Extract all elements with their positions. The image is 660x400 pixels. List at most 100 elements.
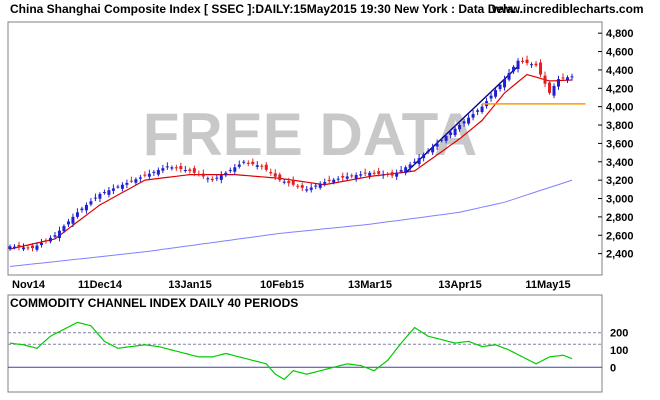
candle-body — [318, 183, 322, 188]
candle-body — [449, 132, 453, 135]
candle-body — [489, 95, 493, 99]
y-tick-label: 4,400 — [606, 65, 634, 77]
candle-body — [386, 173, 390, 176]
candle-body — [327, 179, 331, 181]
candle-body — [278, 174, 282, 181]
candle-body — [314, 185, 318, 187]
candle-body — [354, 175, 358, 179]
x-tick-label: 11May15 — [525, 279, 570, 291]
candle-body — [282, 181, 286, 183]
cci-y-tick-label: 200 — [610, 328, 628, 340]
candle-body — [539, 62, 543, 75]
candle-body — [107, 190, 111, 195]
candle-body — [71, 216, 75, 224]
candle-body — [161, 168, 165, 171]
candle-body — [57, 230, 61, 239]
candle-body — [309, 187, 313, 190]
candle-body — [102, 192, 106, 194]
candle-body — [8, 246, 12, 250]
candle-body — [444, 136, 448, 141]
candle-body — [377, 171, 381, 174]
candle-body — [93, 197, 97, 199]
candle-body — [53, 235, 57, 237]
y-tick-label: 3,400 — [606, 157, 634, 169]
candle-body — [17, 244, 21, 248]
candle-body — [323, 181, 327, 184]
y-tick-label: 2,400 — [606, 249, 634, 261]
y-tick-label: 2,600 — [606, 230, 634, 242]
candle-body — [512, 66, 516, 72]
candle-body — [332, 179, 336, 183]
candle-body — [233, 167, 237, 172]
candle-body — [413, 161, 417, 163]
candle-body — [156, 170, 160, 175]
candle-body — [548, 82, 552, 93]
candle-body — [152, 171, 156, 173]
candle-body — [557, 79, 561, 87]
candle-body — [404, 167, 408, 173]
cci-y-tick-label: 0 — [610, 362, 616, 374]
candle-body — [476, 110, 480, 112]
x-tick-label: 13Apr15 — [438, 279, 481, 291]
candle-body — [84, 204, 88, 211]
watermark: FREE DATA — [143, 101, 477, 168]
candle-body — [165, 166, 169, 168]
candle-body — [287, 181, 291, 184]
candle-body — [39, 242, 43, 245]
candle-body — [242, 161, 246, 163]
y-tick-label: 3,200 — [606, 175, 634, 187]
candle-body — [350, 175, 354, 177]
candle-body — [21, 247, 25, 250]
x-axis: Nov14 11Dec14 13Jan15 10Feb15 13Mar15 13Apr15… — [12, 279, 571, 291]
candle-body — [62, 226, 66, 232]
candle-body — [341, 175, 345, 178]
candle-body — [255, 165, 259, 167]
chart-canvas: China Shanghai Composite Index [ SSEC ]:… — [7, 2, 644, 393]
candle-body — [408, 164, 412, 168]
chart-title: China Shanghai Composite Index [ SSEC ]:… — [10, 2, 523, 16]
candle-body — [264, 164, 268, 170]
y-tick-label: 4,200 — [606, 83, 634, 95]
y-tick-label: 4,000 — [606, 102, 634, 114]
candle-body — [291, 180, 295, 185]
y-tick-label: 4,800 — [606, 28, 634, 40]
y-tick-label: 4,600 — [606, 47, 634, 59]
candle-body — [480, 106, 484, 112]
candle-body — [552, 86, 556, 96]
candle-body — [206, 178, 210, 180]
candle-body — [363, 172, 367, 174]
candle-body — [305, 189, 309, 191]
candle-body — [543, 75, 547, 84]
candle-body — [48, 237, 52, 242]
candle-body — [260, 165, 264, 167]
y-tick-label: 3,000 — [606, 194, 634, 206]
candle-body — [129, 180, 133, 182]
candle-body — [431, 147, 435, 153]
candle-body — [273, 173, 277, 177]
site-link[interactable]: www.incrediblecharts.com — [491, 2, 644, 16]
candle-body — [269, 172, 273, 174]
candle-body — [395, 172, 399, 177]
candle-body — [467, 117, 471, 124]
candle-body — [566, 77, 570, 81]
candle-body — [147, 173, 151, 177]
candle-body — [534, 63, 538, 66]
y-tick-label: 2,800 — [606, 212, 634, 224]
candle-body — [372, 172, 376, 174]
candle-body — [179, 166, 183, 170]
cci-title: COMMODITY CHANNEL INDEX DAILY 40 PERIODS — [10, 296, 298, 310]
candle-body — [228, 170, 232, 172]
candle-body — [75, 212, 79, 217]
candle-body — [300, 185, 304, 188]
candle-body — [359, 174, 363, 176]
price-y-axis: 2,400 2,600 2,800 3,000 3,200 3,400 3,600 3,800… — [598, 28, 634, 261]
candle-body — [530, 64, 534, 66]
candle-body — [116, 186, 120, 188]
candle-body — [188, 169, 192, 171]
candle-body — [120, 184, 124, 189]
candle-body — [390, 172, 394, 176]
candle-body — [125, 182, 129, 185]
candle-body — [170, 167, 174, 169]
candle-body — [98, 193, 102, 199]
candle-body — [381, 174, 385, 176]
